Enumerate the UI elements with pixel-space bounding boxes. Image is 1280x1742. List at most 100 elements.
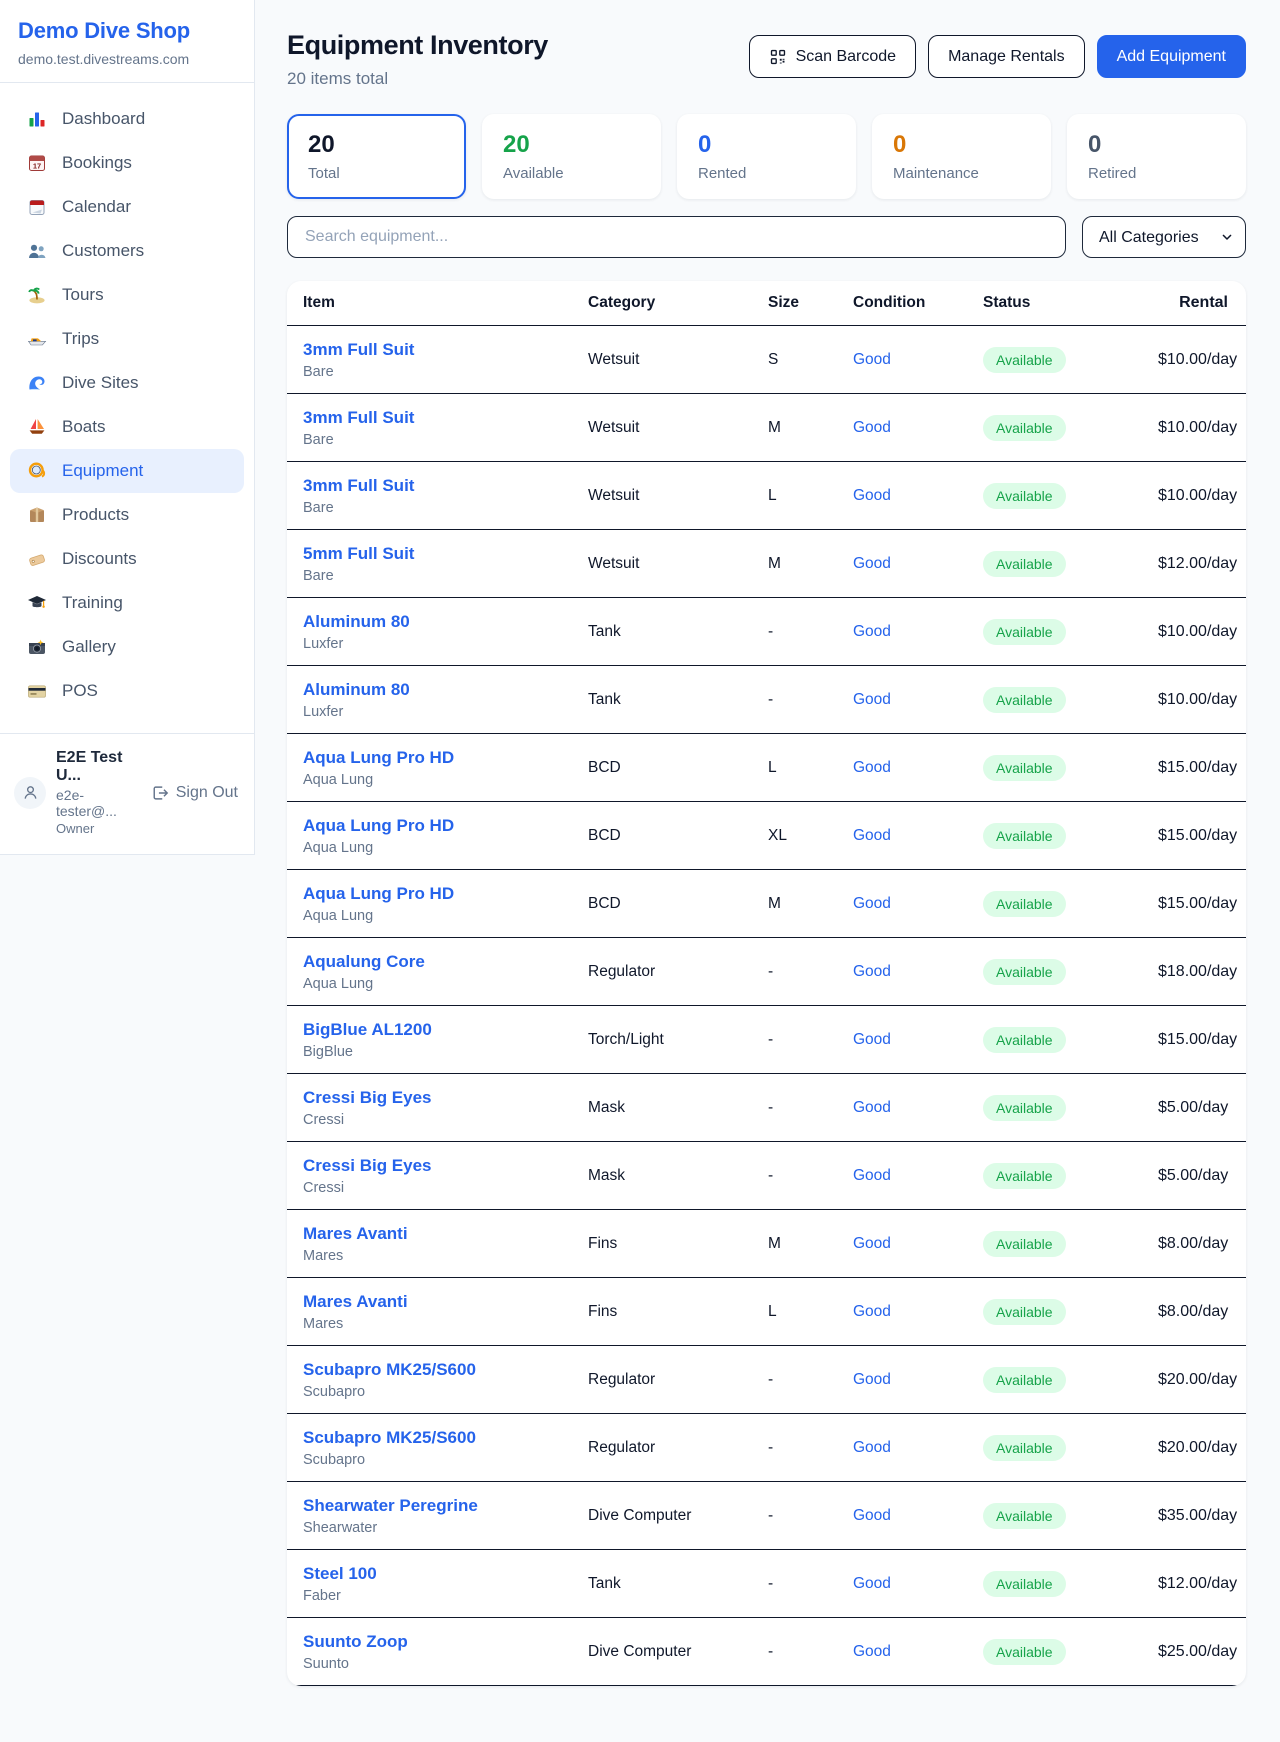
- item-name-link[interactable]: Suunto Zoop: [303, 1632, 588, 1652]
- item-size: -: [768, 1371, 853, 1389]
- table-row[interactable]: Mares Avanti Mares Fins M Good Available…: [287, 1210, 1246, 1278]
- stat-card-rented[interactable]: 0 Rented: [677, 114, 856, 199]
- stats-row: 20 Total 20 Available 0 Rented 0 Mainten…: [287, 114, 1246, 199]
- item-name-link[interactable]: Cressi Big Eyes: [303, 1156, 588, 1176]
- item-name-link[interactable]: Scubapro MK25/S600: [303, 1428, 588, 1448]
- stat-card-available[interactable]: 20 Available: [482, 114, 661, 199]
- table-row[interactable]: Suunto Zoop Suunto Dive Computer - Good …: [287, 1618, 1246, 1686]
- item-condition-link[interactable]: Good: [853, 827, 983, 845]
- table-row[interactable]: Scubapro MK25/S600 Scubapro Regulator - …: [287, 1346, 1246, 1414]
- item-name-link[interactable]: Steel 100: [303, 1564, 588, 1584]
- item-condition-link[interactable]: Good: [853, 895, 983, 913]
- stat-value: 0: [698, 131, 835, 159]
- table-row[interactable]: Cressi Big Eyes Cressi Mask - Good Avail…: [287, 1142, 1246, 1210]
- sidebar-item-customers[interactable]: Customers: [10, 229, 244, 273]
- stat-card-retired[interactable]: 0 Retired: [1067, 114, 1246, 199]
- item-condition-link[interactable]: Good: [853, 1235, 983, 1253]
- table-row[interactable]: Scubapro MK25/S600 Scubapro Regulator - …: [287, 1414, 1246, 1482]
- sidebar-item-dive-sites[interactable]: Dive Sites: [10, 361, 244, 405]
- sidebar-item-gallery[interactable]: Gallery: [10, 625, 244, 669]
- barcode-scan-icon: [769, 48, 787, 66]
- table-row[interactable]: BigBlue AL1200 BigBlue Torch/Light - Goo…: [287, 1006, 1246, 1074]
- item-condition-link[interactable]: Good: [853, 623, 983, 641]
- item-name-link[interactable]: Aqualung Core: [303, 952, 588, 972]
- item-condition-link[interactable]: Good: [853, 1643, 983, 1661]
- customers-icon: [27, 241, 47, 261]
- table-row[interactable]: 3mm Full Suit Bare Wetsuit M Good Availa…: [287, 394, 1246, 462]
- item-condition-link[interactable]: Good: [853, 1575, 983, 1593]
- manage-rentals-button[interactable]: Manage Rentals: [928, 35, 1085, 78]
- item-condition-link[interactable]: Good: [853, 1099, 983, 1117]
- item-name-link[interactable]: Mares Avanti: [303, 1224, 588, 1244]
- item-condition-link[interactable]: Good: [853, 1371, 983, 1389]
- sidebar-item-trips[interactable]: Trips: [10, 317, 244, 361]
- item-cell: Scubapro MK25/S600 Scubapro: [303, 1360, 588, 1400]
- item-name-link[interactable]: 3mm Full Suit: [303, 476, 588, 496]
- column-header-rental: Rental: [1158, 294, 1230, 312]
- item-name-link[interactable]: Aqua Lung Pro HD: [303, 884, 588, 904]
- item-condition-link[interactable]: Good: [853, 487, 983, 505]
- sidebar-item-pos[interactable]: POS: [10, 669, 244, 713]
- item-name-link[interactable]: Aqua Lung Pro HD: [303, 748, 588, 768]
- item-name-link[interactable]: 3mm Full Suit: [303, 340, 588, 360]
- search-input[interactable]: [287, 216, 1066, 258]
- stat-card-total[interactable]: 20 Total: [287, 114, 466, 199]
- item-size: -: [768, 1507, 853, 1525]
- sidebar-item-bookings[interactable]: 17 Bookings: [10, 141, 244, 185]
- add-equipment-button[interactable]: Add Equipment: [1097, 35, 1246, 78]
- table-row[interactable]: 5mm Full Suit Bare Wetsuit M Good Availa…: [287, 530, 1246, 598]
- item-name-link[interactable]: 3mm Full Suit: [303, 408, 588, 428]
- item-condition-link[interactable]: Good: [853, 691, 983, 709]
- item-name-link[interactable]: Shearwater Peregrine: [303, 1496, 588, 1516]
- item-condition-link[interactable]: Good: [853, 1439, 983, 1457]
- item-condition-link[interactable]: Good: [853, 555, 983, 573]
- item-name-link[interactable]: 5mm Full Suit: [303, 544, 588, 564]
- item-name-link[interactable]: Aluminum 80: [303, 612, 588, 632]
- table-row[interactable]: Aqualung Core Aqua Lung Regulator - Good…: [287, 938, 1246, 1006]
- table-row[interactable]: Aqua Lung Pro HD Aqua Lung BCD L Good Av…: [287, 734, 1246, 802]
- item-name-link[interactable]: Aluminum 80: [303, 680, 588, 700]
- sidebar-item-boats[interactable]: Boats: [10, 405, 244, 449]
- sidebar-item-dashboard[interactable]: Dashboard: [10, 97, 244, 141]
- table-row[interactable]: Steel 100 Faber Tank - Good Available $1…: [287, 1550, 1246, 1618]
- table-row[interactable]: 3mm Full Suit Bare Wetsuit L Good Availa…: [287, 462, 1246, 530]
- item-condition-link[interactable]: Good: [853, 759, 983, 777]
- stat-card-maintenance[interactable]: 0 Maintenance: [872, 114, 1051, 199]
- table-row[interactable]: Aluminum 80 Luxfer Tank - Good Available…: [287, 666, 1246, 734]
- table-row[interactable]: Aluminum 80 Luxfer Tank - Good Available…: [287, 598, 1246, 666]
- sidebar-item-training[interactable]: Training: [10, 581, 244, 625]
- table-row[interactable]: 3mm Full Suit Bare Wetsuit S Good Availa…: [287, 326, 1246, 394]
- item-name-link[interactable]: BigBlue AL1200: [303, 1020, 588, 1040]
- category-select[interactable]: All Categories: [1082, 216, 1246, 258]
- sidebar-item-products[interactable]: Products: [10, 493, 244, 537]
- item-name-link[interactable]: Cressi Big Eyes: [303, 1088, 588, 1108]
- scan-barcode-button[interactable]: Scan Barcode: [749, 35, 917, 78]
- table-row[interactable]: Mares Avanti Mares Fins L Good Available…: [287, 1278, 1246, 1346]
- item-category: Regulator: [588, 963, 768, 981]
- item-name-link[interactable]: Scubapro MK25/S600: [303, 1360, 588, 1380]
- bookings-calendar-icon: 17: [27, 153, 47, 173]
- nav-item-label: Tours: [62, 285, 104, 305]
- sign-out-button[interactable]: Sign Out: [151, 784, 238, 802]
- item-name-link[interactable]: Aqua Lung Pro HD: [303, 816, 588, 836]
- table-row[interactable]: Aqua Lung Pro HD Aqua Lung BCD M Good Av…: [287, 870, 1246, 938]
- table-row[interactable]: Aqua Lung Pro HD Aqua Lung BCD XL Good A…: [287, 802, 1246, 870]
- svg-text:17: 17: [33, 162, 41, 171]
- item-condition-link[interactable]: Good: [853, 1507, 983, 1525]
- item-condition-link[interactable]: Good: [853, 351, 983, 369]
- stat-label: Retired: [1088, 165, 1225, 182]
- table-row[interactable]: Shearwater Peregrine Shearwater Dive Com…: [287, 1482, 1246, 1550]
- sidebar-item-calendar[interactable]: Calendar: [10, 185, 244, 229]
- item-condition-link[interactable]: Good: [853, 1303, 983, 1321]
- sidebar-item-discounts[interactable]: Discounts: [10, 537, 244, 581]
- item-condition-link[interactable]: Good: [853, 1167, 983, 1185]
- item-condition-link[interactable]: Good: [853, 419, 983, 437]
- item-condition-link[interactable]: Good: [853, 963, 983, 981]
- sidebar-item-equipment[interactable]: Equipment: [10, 449, 244, 493]
- item-rental-rate: $10.00/day: [1158, 623, 1239, 641]
- item-name-link[interactable]: Mares Avanti: [303, 1292, 588, 1312]
- item-condition-link[interactable]: Good: [853, 1031, 983, 1049]
- sidebar-item-tours[interactable]: Tours: [10, 273, 244, 317]
- table-row[interactable]: Cressi Big Eyes Cressi Mask - Good Avail…: [287, 1074, 1246, 1142]
- item-cell: Mares Avanti Mares: [303, 1224, 588, 1264]
